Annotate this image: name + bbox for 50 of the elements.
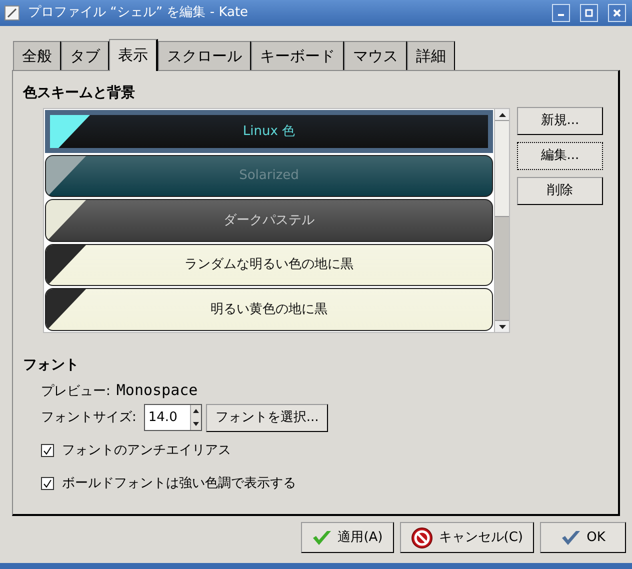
corner-swatch	[46, 244, 86, 286]
dialog-button[interactable]: キャンセル(C)	[400, 522, 534, 553]
tab[interactable]: タブ	[61, 41, 109, 70]
up-arrow-icon	[498, 112, 506, 116]
corner-swatch	[46, 289, 86, 330]
corner-swatch	[46, 200, 86, 241]
font-size-label: フォントサイズ:	[41, 408, 136, 427]
checkbox-label: ボールドフォントは強い色調で表示する	[62, 475, 296, 493]
close-icon	[613, 9, 621, 17]
scheme-button[interactable]: 編集...	[517, 142, 603, 170]
close-button[interactable]	[608, 4, 626, 22]
section-heading: フォント	[23, 356, 80, 375]
maximize-button[interactable]	[580, 4, 598, 22]
stop-icon	[410, 526, 433, 548]
scheme-button[interactable]: 新規...	[517, 107, 603, 135]
window-title: プロファイル “シェル” を編集 - Kate	[28, 4, 250, 22]
tab[interactable]: 表示	[109, 39, 158, 71]
tab[interactable]: 詳細	[407, 41, 455, 70]
check-icon	[312, 528, 332, 546]
tab[interactable]: キーボード	[251, 41, 344, 70]
tab[interactable]: マウス	[344, 41, 407, 70]
check-icon	[43, 479, 52, 488]
down-arrow-icon	[498, 324, 506, 328]
down-arrow-icon	[193, 422, 200, 426]
scheme-item[interactable]: Linux 色	[45, 110, 493, 153]
font-size-spinbox[interactable]: 14.0	[144, 404, 202, 431]
corner-swatch	[46, 156, 86, 196]
maximize-icon	[585, 9, 593, 17]
scrollbar[interactable]	[494, 109, 509, 332]
corner-swatch	[50, 115, 90, 148]
up-arrow-icon	[193, 409, 200, 414]
tab[interactable]: スクロール	[158, 41, 251, 70]
minimize-button[interactable]	[552, 4, 570, 22]
tab[interactable]: 全般	[13, 41, 61, 70]
scheme-item[interactable]: 明るい黄色の地に黒	[45, 288, 493, 331]
scheme-item[interactable]: ダークパステル	[45, 199, 493, 242]
document-icon	[4, 5, 20, 21]
scheme-button[interactable]: 削除	[517, 177, 603, 205]
dialog-button[interactable]: OK	[540, 522, 626, 553]
preview-label: プレビュー:	[41, 383, 110, 401]
scheme-item[interactable]: ランダムな明るい色の地に黒	[45, 244, 493, 286]
check-icon	[43, 446, 52, 455]
dialog-button[interactable]: 適用(A)	[300, 522, 394, 553]
preview-value: Monospace	[116, 380, 198, 401]
section-heading: 色スキームと背景	[23, 84, 136, 103]
choose-font-button[interactable]: フォントを選択...	[206, 404, 328, 432]
checkbox-label: フォントのアンチエイリアス	[62, 442, 231, 460]
checkbox[interactable]	[41, 477, 54, 490]
check-icon	[560, 528, 581, 546]
checkbox[interactable]	[41, 444, 54, 457]
